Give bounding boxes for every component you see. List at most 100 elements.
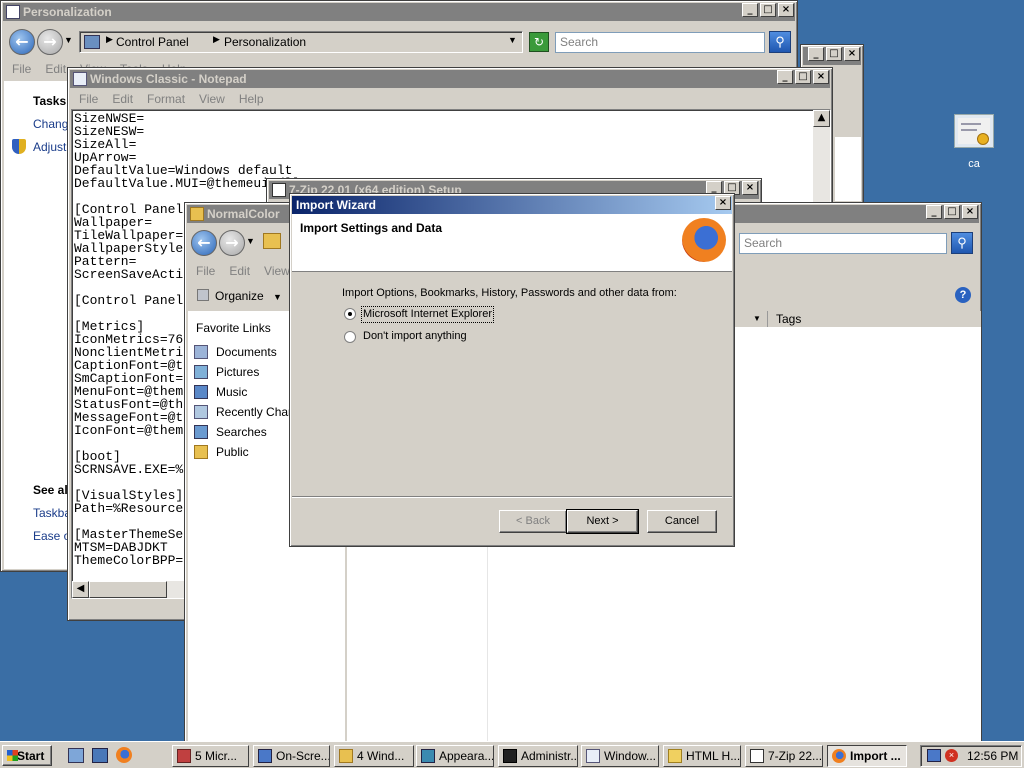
start-label: Start [17, 749, 45, 763]
clock[interactable]: 12:56 PM [967, 749, 1018, 763]
maximize-icon[interactable]: □ [795, 70, 811, 84]
notepad-menubar: File Edit Format View Help [71, 89, 829, 109]
option-label: Don't import anything [363, 330, 467, 342]
see-also-taskbar[interactable]: Taskba [33, 506, 71, 520]
taskbar-button-html-help[interactable]: HTML H... [663, 745, 741, 767]
menu-file[interactable]: File [12, 59, 31, 79]
close-icon[interactable]: × [742, 181, 758, 195]
search-icon[interactable]: ⚲ [769, 31, 791, 53]
tasks-heading: Tasks [33, 94, 67, 108]
minimize-icon[interactable]: _ [926, 205, 942, 219]
firefox-icon[interactable] [116, 747, 132, 763]
address-dropdown-icon[interactable]: ▼ [508, 35, 517, 45]
next-button[interactable]: Next > [566, 509, 639, 534]
option-label: Microsoft Internet Explorer [361, 306, 494, 323]
scroll-thumb[interactable] [89, 581, 167, 598]
search-input[interactable]: Search [739, 233, 947, 254]
menu-view[interactable]: View [264, 261, 290, 281]
sevenzip-icon [750, 749, 764, 763]
taskbar-button-micro[interactable]: 5 Micr... [172, 745, 249, 767]
menu-edit[interactable]: Edit [229, 261, 250, 281]
close-icon[interactable]: × [778, 3, 794, 17]
taskbar-button-appearance[interactable]: Appeara... [416, 745, 494, 767]
menu-format[interactable]: Format [147, 89, 185, 109]
folder-icon [339, 749, 353, 763]
personalization-titlebar[interactable]: Personalization [3, 3, 795, 21]
network-icon[interactable] [927, 749, 941, 762]
taskbar-button-notepad[interactable]: Window... [581, 745, 659, 767]
address-bar[interactable]: ▶ Control Panel ▶ Personalization ▼ [79, 31, 523, 53]
quick-launch [60, 746, 160, 766]
window-title: Windows Classic - Notepad [90, 72, 247, 86]
close-icon[interactable]: × [962, 205, 978, 219]
menu-view[interactable]: View [199, 89, 225, 109]
maximize-icon[interactable]: □ [760, 3, 776, 17]
breadcrumb-personalization[interactable]: Personalization [224, 35, 306, 49]
close-icon[interactable]: × [844, 47, 860, 61]
scroll-left-icon[interactable]: ◀ [72, 581, 89, 598]
folder-icon [190, 207, 204, 221]
taskbar-button-windows[interactable]: 4 Wind... [334, 745, 414, 767]
arrow-left-icon: ← [197, 233, 211, 252]
taskbar-button-onscreen[interactable]: On-Scre... [253, 745, 330, 767]
menu-file[interactable]: File [196, 261, 215, 281]
maximize-icon[interactable]: □ [826, 47, 842, 61]
search-icon[interactable]: ⚲ [951, 232, 973, 254]
search-input[interactable]: Search [555, 32, 765, 53]
keyboard-icon [258, 749, 272, 763]
back-button[interactable]: < Back [499, 510, 567, 533]
import-wizard-dialog[interactable]: Import Wizard × Import Settings and Data… [289, 193, 735, 547]
organize-button[interactable]: Organize ▼ [195, 286, 282, 306]
history-dropdown-icon[interactable]: ▼ [246, 236, 255, 246]
minimize-icon[interactable]: _ [742, 3, 758, 17]
desktop-icon-ca[interactable]: ca [948, 112, 1000, 172]
certificate-icon [954, 114, 994, 148]
folder-icon [194, 445, 208, 459]
import-wizard-titlebar[interactable]: Import Wizard [292, 196, 732, 214]
switch-windows-icon[interactable] [92, 748, 108, 763]
scroll-up-icon[interactable]: ▲ [813, 110, 830, 127]
volume-muted-icon[interactable]: × [945, 749, 958, 762]
menu-edit[interactable]: Edit [45, 59, 66, 79]
menu-help[interactable]: Help [239, 89, 264, 109]
close-icon[interactable]: × [715, 196, 731, 210]
close-icon[interactable]: × [813, 70, 829, 84]
wizard-header: Import Settings and Data [292, 214, 732, 272]
favorite-links-heading: Favorite Links [196, 321, 271, 335]
window-icon [177, 749, 191, 763]
minimize-icon[interactable]: _ [808, 47, 824, 61]
documents-icon [194, 345, 208, 359]
firefox-icon [682, 218, 726, 262]
menu-edit[interactable]: Edit [112, 89, 133, 109]
refresh-icon[interactable]: ↻ [529, 32, 549, 52]
help-icon[interactable]: ? [955, 287, 971, 303]
taskbar-button-7zip[interactable]: 7-Zip 22... [745, 745, 823, 767]
desktop-icon-label: ca [968, 158, 980, 170]
back-button[interactable]: ← [9, 29, 35, 55]
chevron-down-icon: ▼ [273, 292, 282, 302]
history-dropdown-icon[interactable]: ▼ [64, 35, 73, 45]
column-header-tags[interactable]: Tags [767, 311, 837, 327]
show-desktop-icon[interactable] [68, 748, 84, 763]
taskbar-button-import[interactable]: Import ... [827, 745, 907, 767]
system-tray: × 12:56 PM [920, 745, 1022, 767]
forward-button[interactable]: → [37, 29, 63, 55]
console-icon [503, 749, 517, 763]
organize-label: Organize [215, 289, 264, 303]
maximize-icon[interactable]: □ [944, 205, 960, 219]
notepad-titlebar[interactable]: Windows Classic - Notepad [70, 70, 830, 88]
cancel-button[interactable]: Cancel [647, 510, 717, 533]
radio-icon [344, 331, 356, 343]
menu-file[interactable]: File [79, 89, 98, 109]
task-adjust[interactable]: Adjust [33, 140, 66, 154]
firefox-icon [832, 749, 846, 763]
back-button[interactable]: ← [191, 230, 217, 256]
breadcrumb-control-panel[interactable]: Control Panel [116, 35, 189, 49]
forward-button[interactable]: → [219, 230, 245, 256]
background-window-controls: _ □ × [808, 47, 860, 61]
taskbar-button-administrator[interactable]: Administr... [498, 745, 578, 767]
control-panel-icon [6, 5, 20, 19]
start-button[interactable]: Start [2, 745, 52, 766]
column-dropdown-icon[interactable]: ▼ [753, 312, 765, 326]
minimize-icon[interactable]: _ [777, 70, 793, 84]
